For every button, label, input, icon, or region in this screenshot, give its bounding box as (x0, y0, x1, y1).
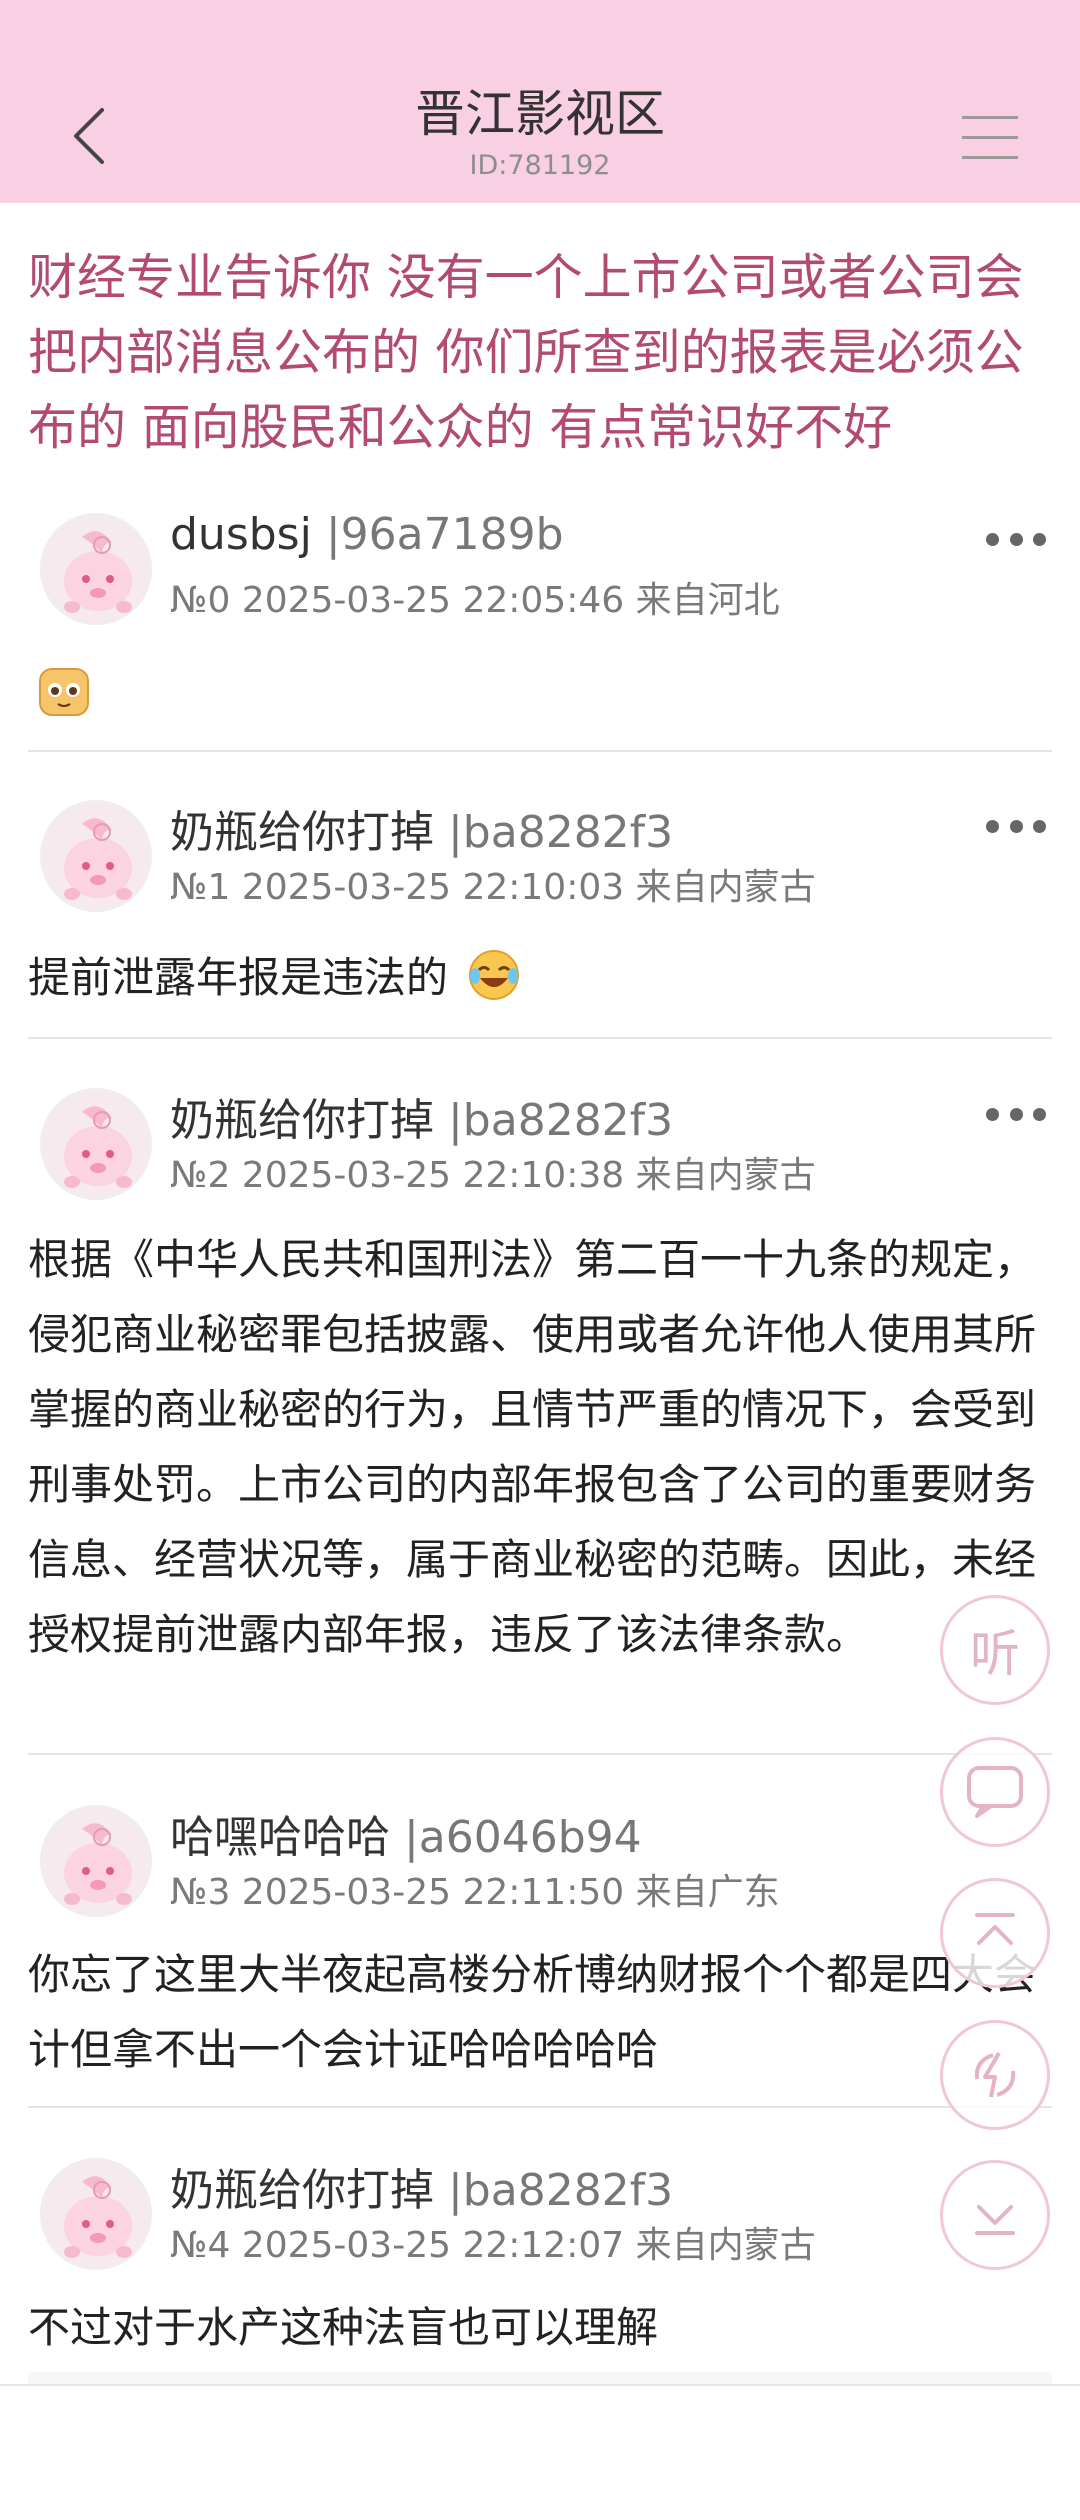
user-hash: |ba8282f3 (434, 2165, 674, 2216)
post-content: 根据《中华人民共和国刑法》第二百一十九条的规定，侵犯商业秘密罪包括披露、使用或者… (28, 1235, 1037, 1659)
more-icon (986, 1107, 999, 1121)
thread-title: 财经专业告诉你 没有一个上市公司或者公司会把内部消息公布的 你们所查到的报表是必… (28, 249, 1024, 456)
user-hash: |96a7189b (311, 509, 564, 560)
more-icon (986, 532, 999, 546)
divider (28, 1037, 1052, 1039)
refresh-button[interactable] (940, 2020, 1050, 2130)
more-options-button[interactable] (986, 529, 1046, 549)
post-author[interactable]: 奶瓶给你打掉 |ba8282f3 (170, 2154, 673, 2218)
avatar[interactable] (40, 1088, 152, 1200)
user-hash: |ba8282f3 (434, 1095, 674, 1146)
avatar[interactable] (40, 2158, 152, 2270)
post-author[interactable]: 奶瓶给你打掉 |ba8282f3 (170, 796, 673, 860)
forum-id: ID:781192 (469, 150, 611, 181)
user-hash: |ba8282f3 (434, 807, 674, 858)
divider (28, 750, 1052, 752)
divider (28, 2106, 1052, 2108)
post-content: 你忘了这里大半夜起高楼分析博纳财报个个都是四大会计但拿不出一个会计证哈哈哈哈哈 (28, 1950, 1037, 2074)
divider (28, 1753, 1052, 1755)
post-meta: №2 2025-03-25 22:10:38 来自内蒙古 (170, 1155, 816, 1196)
more-icon (986, 819, 999, 833)
post-meta: №0 2025-03-25 22:05:46 来自河北 (170, 580, 780, 621)
avatar-pig-icon (64, 818, 132, 900)
post-content (28, 655, 1052, 730)
scroll-bottom-icon (975, 2205, 1015, 2235)
avatar[interactable] (40, 800, 152, 912)
scroll-bottom-button[interactable] (940, 2160, 1050, 2270)
next-post-edge (28, 2372, 1052, 2384)
listen-label: 听 (970, 1625, 1020, 1683)
listen-button[interactable]: 听 (940, 1595, 1050, 1705)
top-bar: 晋江影视区 ID:781192 (0, 0, 1080, 203)
user-hash: |a6046b94 (390, 1812, 642, 1863)
avatar-pig-icon (64, 2176, 132, 2258)
comment-button[interactable] (940, 1737, 1050, 1847)
post-author[interactable]: 哈嘿哈哈哈 |a6046b94 (170, 1801, 642, 1865)
scroll-top-icon (975, 1913, 1015, 1945)
scroll-top-button[interactable] (940, 1878, 1050, 1988)
avatar-pig-icon (64, 1823, 132, 1905)
more-options-button[interactable] (986, 1104, 1046, 1124)
sticker-emoji-icon (39, 668, 89, 716)
avatar-pig-icon (64, 531, 132, 613)
avatar[interactable] (40, 1805, 152, 1917)
post-meta: №4 2025-03-25 22:12:07 来自内蒙古 (170, 2225, 816, 2266)
page-title: 晋江影视区 (415, 85, 665, 143)
avatar[interactable] (40, 513, 152, 625)
post-content: 不过对于水产这种法盲也可以理解 (28, 2303, 659, 2352)
divider (0, 2384, 1080, 2386)
laughing-tears-emoji-icon (469, 950, 520, 1000)
post-content: 提前泄露年报是违法的 (28, 940, 1052, 1015)
more-options-button[interactable] (986, 816, 1046, 836)
post-meta: №1 2025-03-25 22:10:03 来自内蒙古 (170, 867, 816, 908)
menu-button[interactable] (962, 110, 1022, 166)
post-author[interactable]: 奶瓶给你打掉 |ba8282f3 (170, 1084, 673, 1148)
refresh-icon (974, 2051, 1016, 2098)
post-meta: №3 2025-03-25 22:11:50 来自广东 (170, 1872, 780, 1913)
avatar-pig-icon (64, 1106, 132, 1188)
menu-icon (962, 116, 1018, 119)
comment-icon (967, 1766, 1023, 1818)
post-author[interactable]: dusbsj |96a7189b (170, 509, 564, 560)
